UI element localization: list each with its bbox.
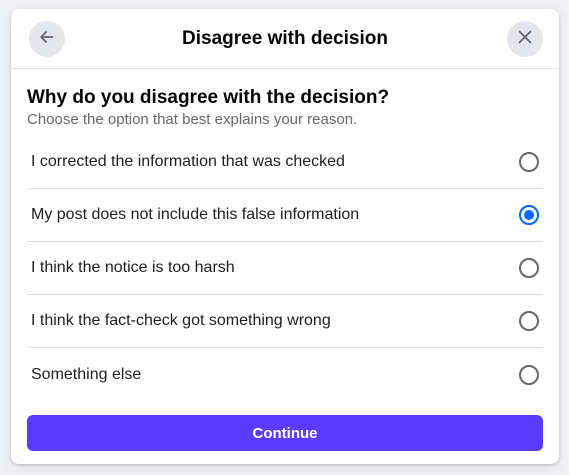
option-label: Something else (31, 365, 142, 383)
option-fact-check-wrong[interactable]: I think the fact-check got something wro… (27, 295, 543, 348)
question-subheading: Choose the option that best explains you… (27, 111, 358, 128)
question-heading: Why do you disagree with the decision? (27, 87, 390, 108)
radio-button[interactable] (519, 258, 539, 278)
option-label: I think the fact-check got something wro… (31, 312, 331, 329)
radio-button[interactable] (519, 311, 539, 331)
option-corrected-info[interactable]: I corrected the information that was che… (27, 136, 543, 189)
option-label: I corrected the information that was che… (31, 153, 345, 170)
disagree-dialog: Disagree with decision Why do you disagr… (11, 9, 559, 464)
option-no-false-info[interactable]: My post does not include this false info… (27, 189, 543, 242)
dialog-title: Disagree with decision (182, 28, 388, 49)
dialog-content: Why do you disagree with the decision? C… (11, 69, 559, 401)
close-icon (516, 28, 534, 51)
radio-button[interactable] (519, 364, 539, 385)
option-something-else[interactable]: Something else (27, 348, 543, 401)
radio-dot (524, 210, 534, 220)
radio-button[interactable] (519, 205, 539, 225)
option-label: My post does not include this false info… (31, 206, 360, 223)
continue-button[interactable]: Continue (27, 415, 543, 451)
close-button[interactable] (507, 21, 543, 57)
options-list: I corrected the information that was che… (27, 136, 543, 401)
dialog-header: Disagree with decision (11, 9, 559, 69)
option-too-harsh[interactable]: I think the notice is too harsh (27, 242, 543, 295)
radio-button[interactable] (519, 152, 539, 172)
option-label: I think the notice is too harsh (31, 259, 235, 276)
